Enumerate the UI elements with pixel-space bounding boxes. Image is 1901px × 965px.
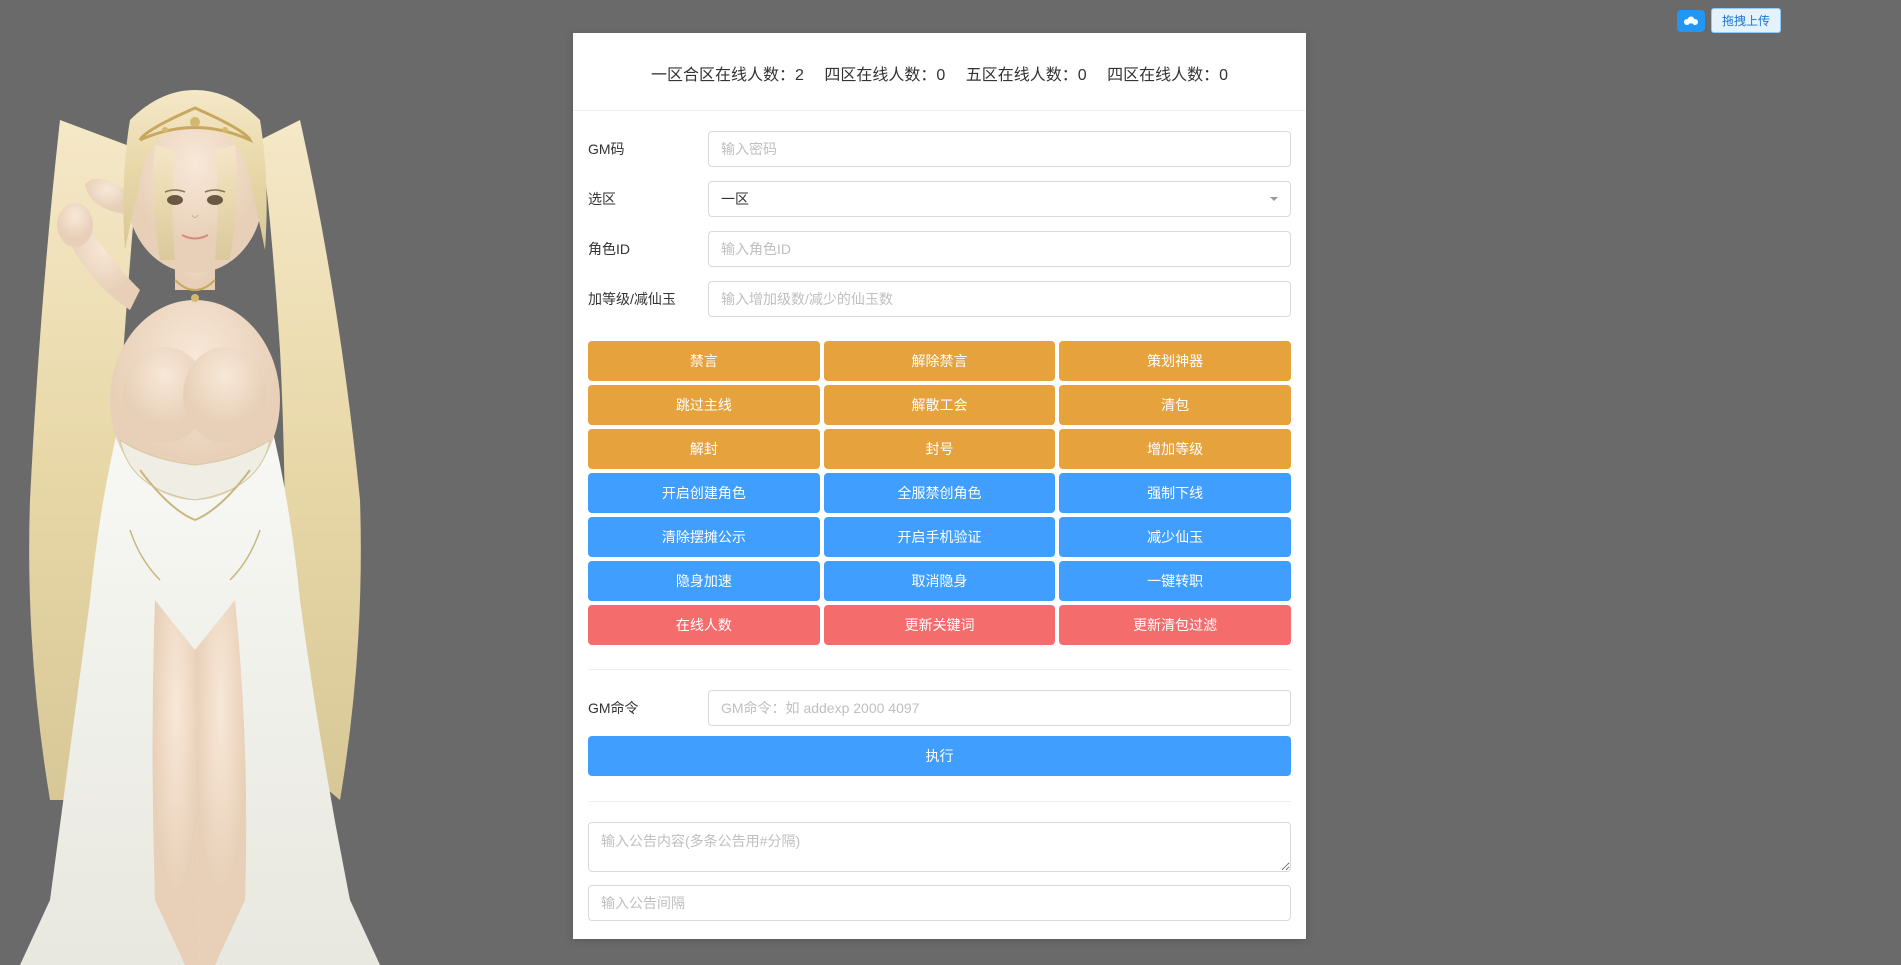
role-id-input[interactable] [708, 231, 1291, 267]
stat-zone4a: 四区在线人数：0 [824, 61, 945, 85]
stat-zone5: 五区在线人数：0 [966, 61, 1087, 85]
level-jade-input[interactable] [708, 281, 1291, 317]
upload-widget: 拖拽上传 [1677, 8, 1781, 33]
one-click-job-change-button[interactable]: 一键转职 [1059, 561, 1291, 601]
unmute-button[interactable]: 解除禁言 [824, 341, 1056, 381]
announcement-section [573, 822, 1306, 921]
announcement-interval-input[interactable] [588, 885, 1291, 921]
stat-zone1: 一区合区在线人数：2 [651, 61, 804, 85]
section-divider-2 [588, 801, 1291, 802]
admin-panel: 一区合区在线人数：2 四区在线人数：0 五区在线人数：0 四区在线人数：0 GM… [573, 33, 1306, 939]
gm-code-input[interactable] [708, 131, 1291, 167]
execute-button[interactable]: 执行 [588, 736, 1291, 776]
skip-main-button[interactable]: 跳过主线 [588, 385, 820, 425]
update-keywords-button[interactable]: 更新关键词 [824, 605, 1056, 645]
section-divider [588, 669, 1291, 670]
level-jade-label: 加等级/减仙玉 [588, 289, 708, 309]
online-count-button[interactable]: 在线人数 [588, 605, 820, 645]
mute-button[interactable]: 禁言 [588, 341, 820, 381]
gm-code-label: GM码 [588, 139, 708, 159]
cloud-upload-icon [1677, 10, 1705, 32]
character-background [0, 0, 480, 965]
stealth-speed-button[interactable]: 隐身加速 [588, 561, 820, 601]
zone-select[interactable]: 一区 [708, 181, 1291, 217]
add-level-button[interactable]: 增加等级 [1059, 429, 1291, 469]
update-clearbag-filter-button[interactable]: 更新清包过滤 [1059, 605, 1291, 645]
clear-stall-notice-button[interactable]: 清除摆摊公示 [588, 517, 820, 557]
zone-label: 选区 [588, 189, 708, 209]
gm-command-section: GM命令 执行 [573, 690, 1306, 801]
online-stats-bar: 一区合区在线人数：2 四区在线人数：0 五区在线人数：0 四区在线人数：0 [573, 51, 1306, 111]
role-id-label: 角色ID [588, 239, 708, 259]
enable-phone-verify-button[interactable]: 开启手机验证 [824, 517, 1056, 557]
action-buttons: 禁言 解除禁言 策划神器 跳过主线 解散工会 清包 解封 封号 增加等级 开启创… [573, 341, 1306, 669]
drag-upload-button[interactable]: 拖拽上传 [1711, 8, 1781, 33]
ban-button[interactable]: 封号 [824, 429, 1056, 469]
gm-command-label: GM命令 [588, 698, 708, 718]
reduce-jade-button[interactable]: 减少仙玉 [1059, 517, 1291, 557]
gm-command-input[interactable] [708, 690, 1291, 726]
force-offline-button[interactable]: 强制下线 [1059, 473, 1291, 513]
enable-create-role-button[interactable]: 开启创建角色 [588, 473, 820, 513]
planner-tool-button[interactable]: 策划神器 [1059, 341, 1291, 381]
character-illustration [0, 0, 480, 965]
stat-zone4b: 四区在线人数：0 [1107, 61, 1228, 85]
announcement-content-input[interactable] [588, 822, 1291, 872]
unban-button[interactable]: 解封 [588, 429, 820, 469]
clear-bag-button[interactable]: 清包 [1059, 385, 1291, 425]
cancel-stealth-button[interactable]: 取消隐身 [824, 561, 1056, 601]
input-form: GM码 选区 一区 角色ID 加等级/减仙玉 [573, 111, 1306, 341]
disable-create-role-button[interactable]: 全服禁创角色 [824, 473, 1056, 513]
disband-guild-button[interactable]: 解散工会 [824, 385, 1056, 425]
